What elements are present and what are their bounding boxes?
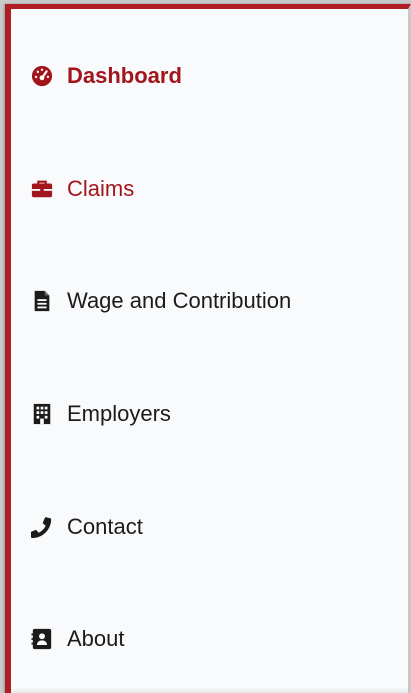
nav-item-claims[interactable]: Claims [31, 174, 134, 204]
nav-item-label: Claims [67, 176, 135, 201]
address-card-icon [31, 628, 53, 650]
nav-item-label: Wage and Contribution [67, 288, 292, 313]
nav-item-dashboard[interactable]: Dashboard [31, 61, 182, 91]
nav-item-label: Dashboard [67, 63, 182, 88]
tachometer-icon [31, 65, 53, 87]
nav-item-contact[interactable]: Contact [31, 512, 143, 542]
sidebar-panel: Dashboard Claims Wage and Contribution E… [5, 4, 411, 693]
briefcase-icon [31, 178, 53, 200]
nav-item-label: Employers [67, 401, 171, 426]
nav-item-wage-and-contribution[interactable]: Wage and Contribution [31, 286, 291, 316]
phone-icon [31, 516, 53, 538]
nav-item-employers[interactable]: Employers [31, 399, 171, 429]
document-icon [31, 290, 53, 312]
nav-item-label: Contact [67, 514, 143, 539]
nav-item-about[interactable]: About [31, 624, 125, 654]
nav-item-label: About [67, 626, 125, 651]
panel-bottom-shade [11, 687, 408, 693]
building-icon [31, 403, 53, 425]
